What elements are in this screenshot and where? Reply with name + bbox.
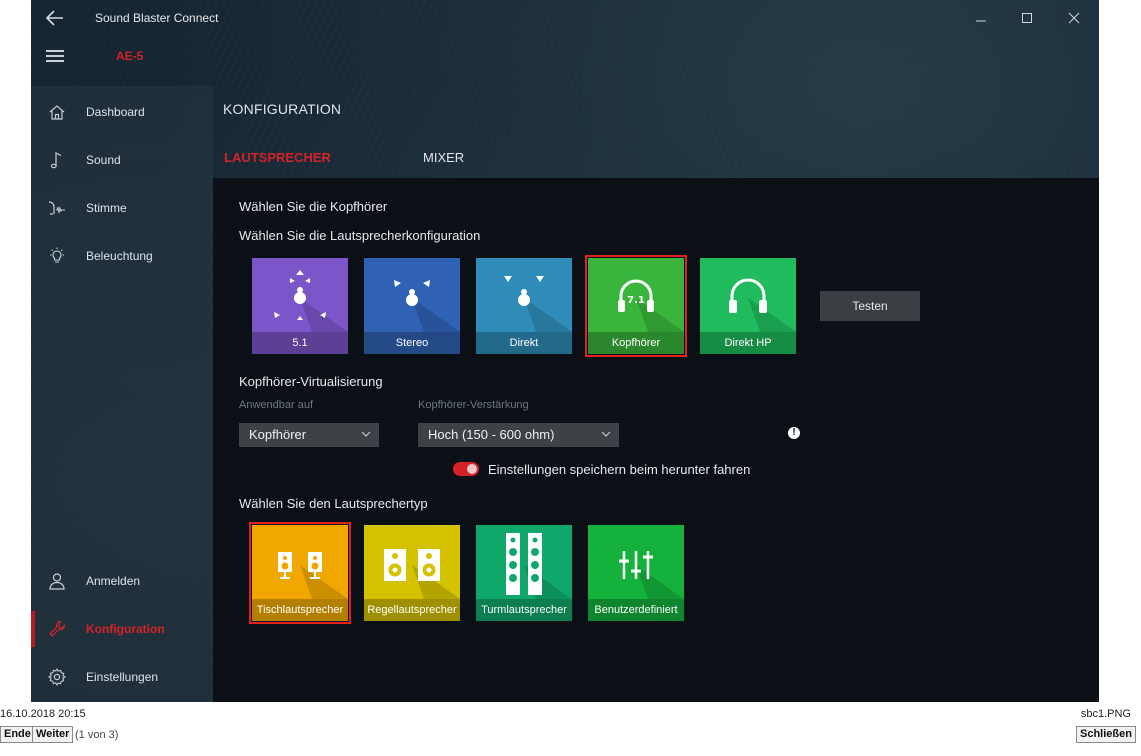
save-on-shutdown-label: Einstellungen speichern beim herunter fa… [488, 462, 751, 477]
speaker-config-heading: Wählen Sie die Lautsprecherkonfiguration [239, 228, 481, 243]
speaker-type-heading: Wählen Sie den Lautsprechertyp [239, 496, 428, 511]
config-tile-direct-hp[interactable]: Direkt HP [700, 258, 796, 354]
tile-label: 5.1 [252, 332, 348, 354]
gain-select-value: Hoch (150 - 600 ohm) [428, 427, 555, 442]
bookshelf-speakers-icon [384, 549, 460, 599]
tile-label: Direkt HP [700, 332, 796, 354]
headphones-71-icon: 7.1 [618, 279, 684, 332]
config-tile-5-1[interactable]: 5.1 [252, 258, 348, 354]
app-title: Sound Blaster Connect [95, 11, 219, 25]
tile-label: Kopfhörer [588, 332, 684, 354]
sidebar-item-settings[interactable]: Einstellungen [31, 657, 213, 697]
chevron-down-icon [601, 431, 611, 437]
title-bar: Sound Blaster Connect [31, 0, 1099, 36]
type-tile-tower[interactable]: Turmlautsprecher [476, 525, 572, 621]
config-tile-headphones[interactable]: 7.1 Kopfhörer [585, 255, 687, 357]
tile-label: Regellautsprecher [364, 599, 460, 621]
type-tile-desktop[interactable]: Tischlautsprecher [249, 522, 351, 624]
gear-icon [47, 667, 67, 687]
surround-51-icon [274, 270, 348, 332]
virtualization-heading: Kopfhörer-Virtualisierung [239, 374, 383, 389]
sidebar-item-label: Einstellungen [86, 670, 159, 684]
tile-label: Turmlautsprecher [476, 599, 572, 621]
type-tile-bookshelf[interactable]: Regellautsprecher [364, 525, 460, 621]
close-button[interactable]: Schließen [1076, 726, 1136, 743]
minimize-button[interactable] [966, 6, 996, 30]
tab-mixer[interactable]: MIXER [423, 150, 464, 165]
minimize-icon [976, 20, 986, 22]
next-button[interactable]: Weiter [32, 726, 74, 743]
screenshot-datetime: 16.10.2018 20:15 [0, 708, 86, 720]
music-note-icon [50, 152, 62, 169]
tab-speakers[interactable]: LAUTSPRECHER [224, 150, 331, 165]
sidebar-item-login[interactable]: Anmelden [31, 561, 213, 601]
sidebar-item-sound[interactable]: Sound [31, 140, 213, 180]
app-window: Sound Blaster Connect AE-5 Dashboard Sou… [31, 0, 1099, 702]
end-button[interactable]: Ende [0, 726, 35, 743]
sidebar-item-configuration[interactable]: Konfiguration [31, 609, 213, 649]
headphones-heading: Wählen Sie die Kopfhörer [239, 199, 388, 214]
sidebar-item-dashboard[interactable]: Dashboard [31, 92, 213, 132]
gain-label: Kopfhörer-Verstärkung [418, 399, 529, 411]
sidebar-item-label: Stimme [86, 201, 127, 215]
type-tile-custom[interactable]: Benutzerdefiniert [588, 525, 684, 621]
chevron-down-icon [361, 431, 371, 437]
close-window-button[interactable] [1059, 6, 1089, 30]
tower-speakers-icon [506, 533, 572, 599]
sidebar-item-label: Anmelden [86, 574, 141, 588]
back-arrow-icon[interactable] [43, 6, 67, 30]
maximize-button[interactable] [1012, 6, 1042, 30]
config-tile-stereo[interactable]: Stereo [364, 258, 460, 354]
sidebar-item-lighting[interactable]: Beleuchtung [31, 236, 213, 276]
lightbulb-icon [50, 247, 64, 263]
applicable-select[interactable]: Kopfhörer [239, 423, 379, 447]
device-name: AE-5 [116, 49, 144, 63]
sidebar-item-label: Sound [86, 153, 121, 167]
sidebar-item-label: Dashboard [86, 105, 145, 119]
direct-icon [504, 276, 572, 332]
home-icon [49, 105, 65, 120]
hamburger-menu-icon[interactable] [46, 50, 64, 64]
page-indicator: (1 von 3) [75, 729, 119, 741]
sidebar-item-label: Beleuchtung [86, 249, 153, 263]
applicable-label: Anwendbar auf [239, 399, 313, 411]
tile-label: Tischlautsprecher [252, 599, 348, 621]
config-tile-direct[interactable]: Direkt [476, 258, 572, 354]
sidebar-item-label: Konfiguration [86, 622, 165, 636]
gain-select[interactable]: Hoch (150 - 600 ohm) [418, 423, 619, 447]
wrench-icon [49, 620, 66, 637]
voice-icon [48, 201, 65, 215]
stereo-icon [394, 280, 460, 332]
close-icon [1068, 12, 1080, 24]
page-title: KONFIGURATION [223, 101, 342, 117]
applicable-select-value: Kopfhörer [249, 427, 307, 442]
headphones-icon [729, 278, 796, 332]
desktop-speakers-icon [278, 552, 348, 599]
sidebar-item-voice[interactable]: Stimme [31, 188, 213, 228]
tile-label: Direkt [476, 332, 572, 354]
maximize-icon [1022, 13, 1032, 23]
info-icon[interactable]: ! [788, 427, 800, 439]
user-icon [49, 573, 65, 590]
tile-label: Benutzerdefiniert [588, 599, 684, 621]
tile-label: Stereo [364, 332, 460, 354]
svg-text:7.1: 7.1 [627, 295, 645, 306]
screenshot-filename: sbc1.PNG [1080, 708, 1131, 720]
screenshot-root: Sound Blaster Connect AE-5 Dashboard Sou… [0, 0, 1141, 756]
sidebar: Dashboard Sound Stimme Beleuchtung Anmel… [31, 86, 213, 702]
test-button[interactable]: Testen [820, 291, 920, 321]
save-on-shutdown-toggle[interactable] [453, 462, 479, 476]
equalizer-icon [619, 551, 684, 599]
